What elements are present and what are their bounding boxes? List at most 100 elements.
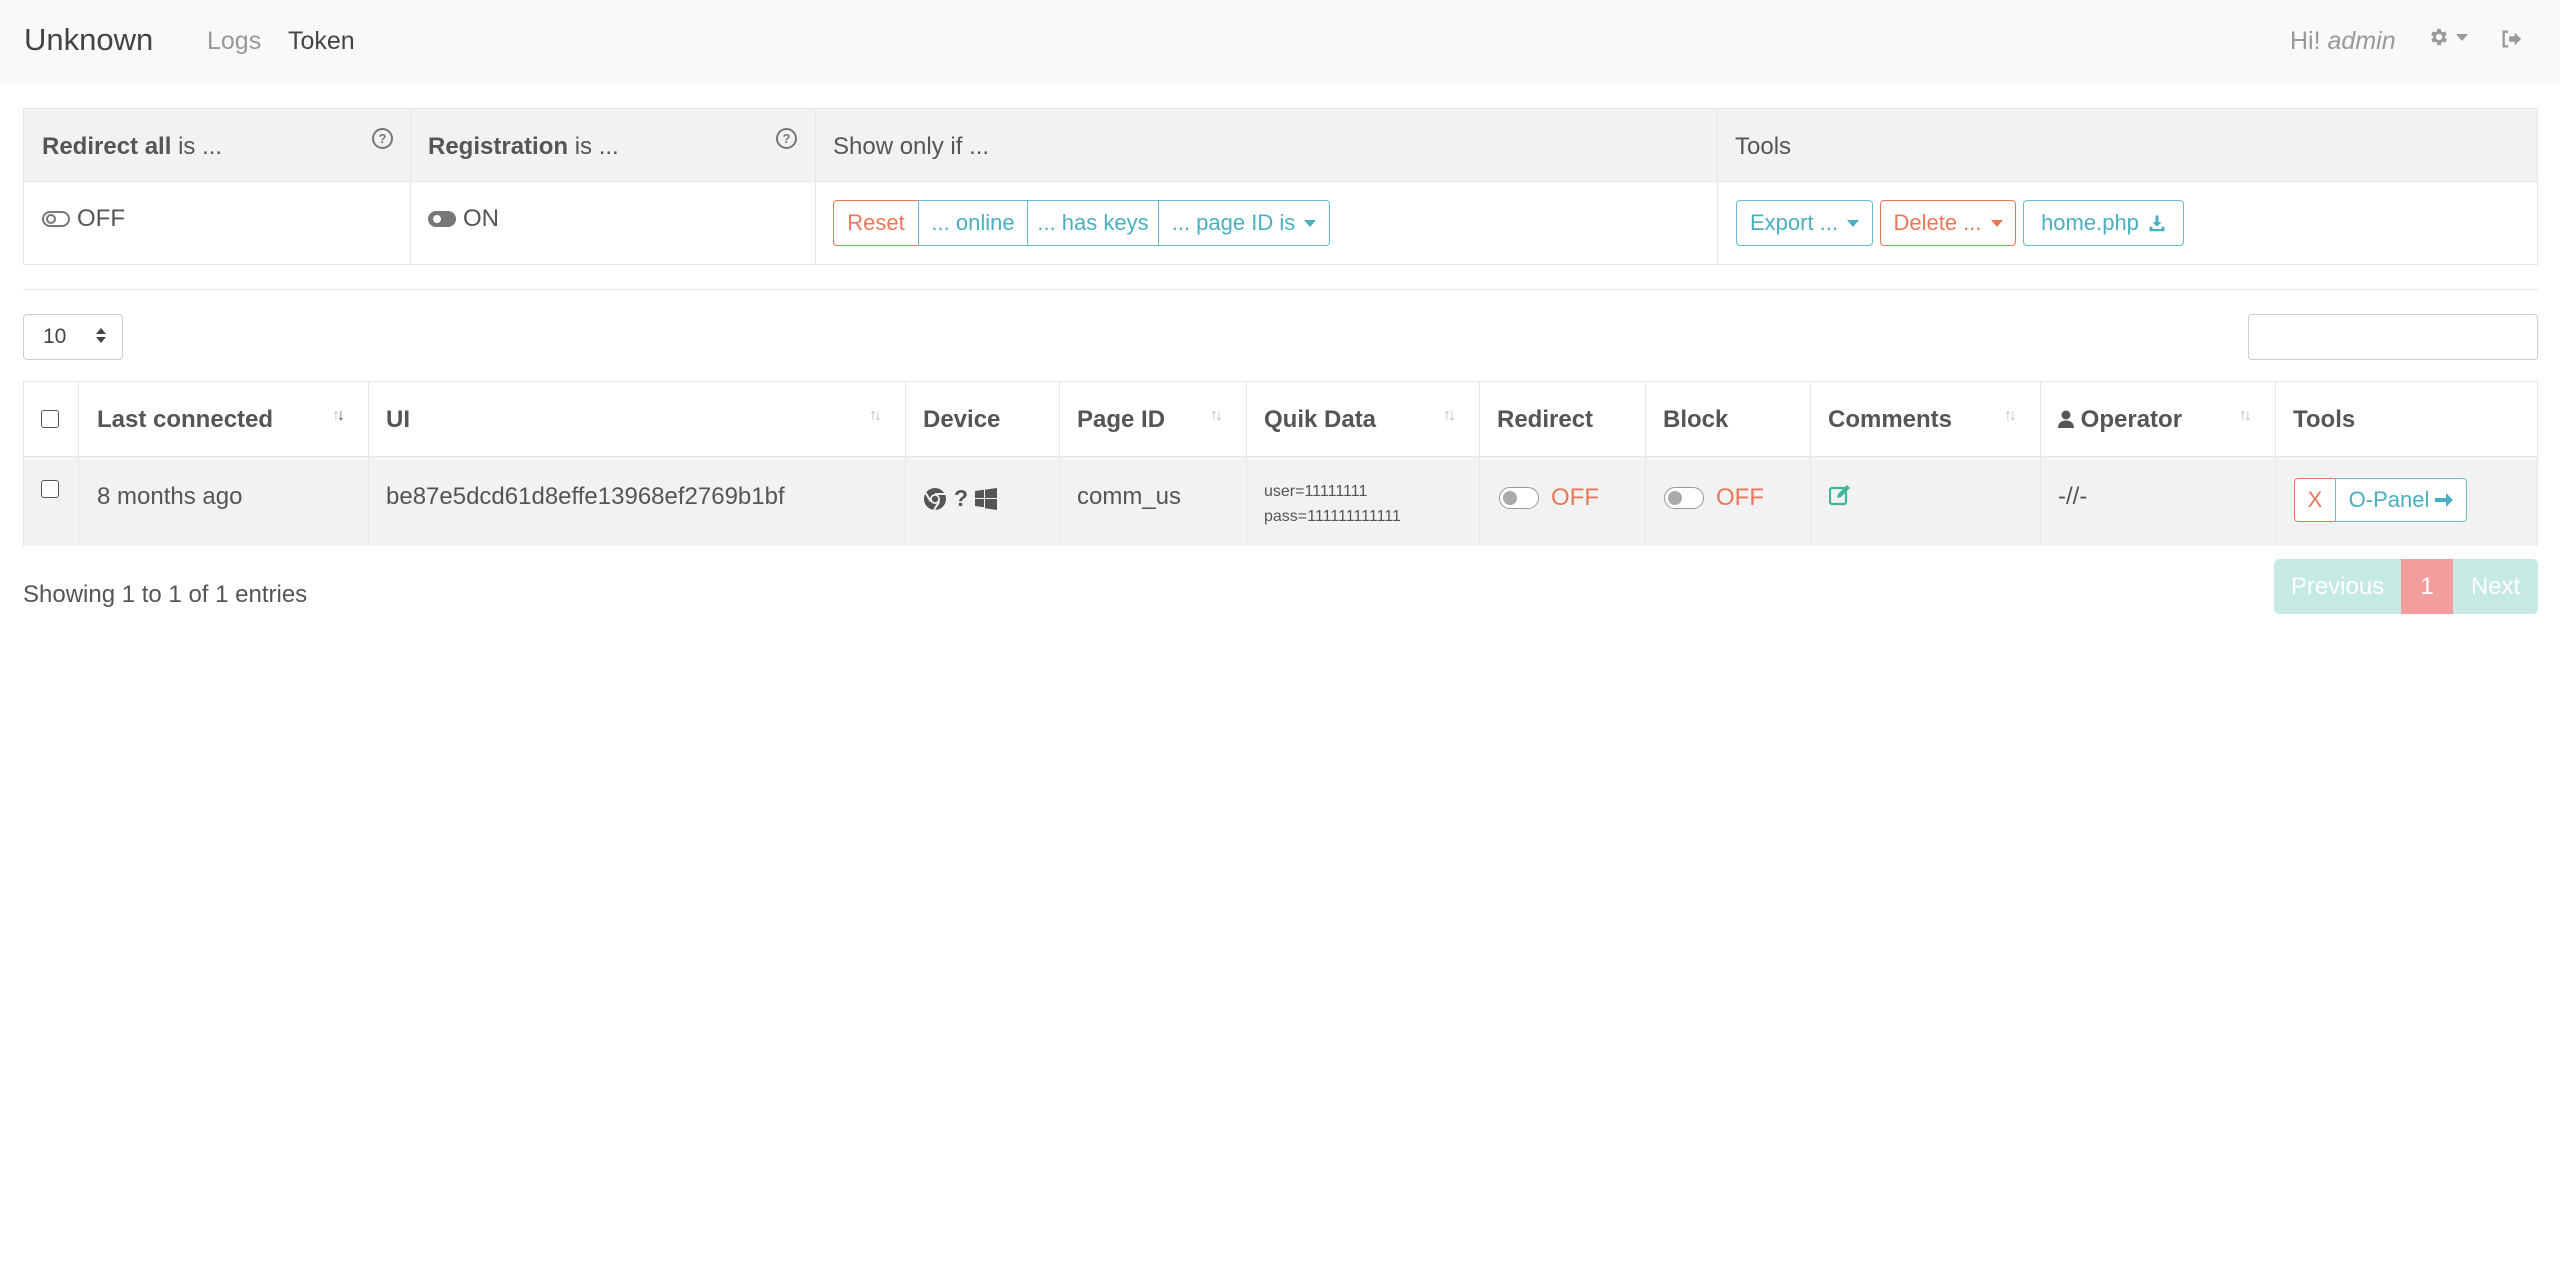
- greeting-prefix: Hi!: [2290, 27, 2321, 55]
- navbar: Unknown Logs Token Hi! admin: [0, 0, 2560, 84]
- cell-operator: -//-: [2058, 483, 2088, 510]
- control-panel-header: [24, 109, 2537, 182]
- help-icon[interactable]: ?: [776, 128, 797, 149]
- tools-heading: Tools: [1735, 133, 1792, 160]
- online-filter-button[interactable]: ... online: [918, 200, 1028, 246]
- caret-down-icon: [1304, 219, 1317, 227]
- redirect-all-suffix: is ...: [178, 133, 223, 160]
- column-divider: [2040, 382, 2041, 545]
- redirect-state: OFF: [1551, 484, 1599, 511]
- delete-dropdown[interactable]: Delete ...: [1880, 200, 2016, 246]
- quik-user: user=11111111: [1264, 483, 1368, 500]
- page-length-select[interactable]: 10: [23, 314, 123, 360]
- column-divider: [1810, 382, 1811, 545]
- arrow-right-icon: [2435, 493, 2454, 507]
- chevron-down-icon: [2456, 33, 2468, 41]
- toggle-switch: [1664, 487, 1704, 509]
- sort-icon[interactable]: ↑↓: [1210, 407, 1223, 425]
- column-divider: [815, 109, 816, 264]
- open-panel-button[interactable]: O-Panel: [2335, 478, 2467, 522]
- redirect-all-label: Redirect all: [42, 133, 172, 160]
- page-id-filter-dropdown[interactable]: ... page ID is: [1158, 200, 1330, 246]
- column-divider: [368, 382, 369, 545]
- column-divider: [1645, 382, 1646, 545]
- column-header-ui[interactable]: UI: [386, 406, 410, 434]
- sort-icon[interactable]: ↑↓: [2239, 407, 2252, 425]
- select-all-checkbox[interactable]: [41, 410, 59, 428]
- delete-label: Delete ...: [1893, 210, 1982, 235]
- page-length-value: 10: [43, 325, 67, 348]
- pagination-next[interactable]: Next: [2453, 559, 2538, 614]
- redirect-all-heading: Redirect all is ...: [42, 133, 222, 161]
- sort-icon[interactable]: ↑↓: [2004, 407, 2017, 425]
- registration-label: Registration: [428, 133, 569, 160]
- edit-comment-button[interactable]: [1828, 484, 1853, 512]
- home-php-download-button[interactable]: home.php: [2023, 200, 2184, 246]
- column-header-operator[interactable]: Operator: [2058, 406, 2182, 434]
- open-panel-label: O-Panel: [2348, 487, 2430, 512]
- cell-last-connected: 8 months ago: [97, 483, 243, 510]
- user-icon: [2058, 410, 2074, 428]
- caret-down-icon: [1990, 219, 2003, 227]
- redirect-all-toggle[interactable]: OFF: [42, 205, 125, 233]
- registration-state: ON: [463, 205, 499, 232]
- cell-page-id: comm_us: [1077, 483, 1182, 510]
- home-php-label: home.php: [2041, 210, 2139, 235]
- help-icon[interactable]: ?: [372, 128, 393, 149]
- entries-table: Last connected ↑↓ UI ↑↓ Device Page ID ↑…: [23, 381, 2538, 546]
- table-info: Showing 1 to 1 of 1 entries: [23, 581, 308, 608]
- edit-icon: [1828, 485, 1850, 506]
- windows-icon: [975, 487, 998, 510]
- sort-icon[interactable]: ↑↓: [869, 407, 882, 425]
- column-divider: [1246, 382, 1247, 545]
- column-header-comments[interactable]: Comments: [1828, 406, 1952, 434]
- export-label: Export ...: [1749, 210, 1839, 235]
- quik-pass: pass=111111111111: [1264, 508, 1401, 525]
- operator-label: Operator: [2080, 406, 2183, 433]
- user-greeting: Hi! admin: [2290, 27, 2396, 56]
- sort-icon[interactable]: ↑↓: [332, 407, 345, 425]
- registration-heading: Registration is ...: [428, 133, 619, 161]
- cell-ui: be87e5dcd61d8effe13968ef2769b1bf: [386, 483, 785, 510]
- nav-link-token[interactable]: Token: [288, 27, 355, 56]
- show-only-heading: Show only if ...: [833, 133, 990, 160]
- section-divider: [23, 289, 2538, 290]
- toggle-off-icon: [42, 211, 70, 227]
- column-divider: [78, 382, 79, 545]
- greeting-username: admin: [2327, 27, 2396, 55]
- column-divider: [1717, 109, 1718, 264]
- logout-button[interactable]: [2500, 28, 2522, 56]
- chrome-icon: [924, 487, 946, 511]
- search-input[interactable]: [2248, 314, 2538, 360]
- column-header-last-connected[interactable]: Last connected: [97, 406, 273, 434]
- column-header-device: Device: [923, 406, 1001, 433]
- brand[interactable]: Unknown: [24, 22, 153, 58]
- column-header-page-id[interactable]: Page ID: [1077, 406, 1165, 434]
- page-id-filter-label: ... page ID is: [1171, 210, 1296, 235]
- column-divider: [410, 109, 411, 264]
- settings-dropdown[interactable]: [2428, 26, 2468, 48]
- remove-row-button[interactable]: X: [2294, 478, 2336, 522]
- column-header-tools: Tools: [2293, 406, 2356, 433]
- block-toggle[interactable]: OFF: [1664, 484, 1764, 512]
- redirect-toggle[interactable]: OFF: [1499, 484, 1599, 512]
- caret-down-icon: [1847, 219, 1860, 227]
- row-checkbox[interactable]: [41, 480, 59, 498]
- pagination-previous[interactable]: Previous: [2274, 559, 2401, 614]
- toggle-switch: [1499, 487, 1539, 509]
- nav-link-logs[interactable]: Logs: [207, 27, 261, 56]
- sign-out-icon: [2502, 30, 2522, 48]
- registration-toggle[interactable]: ON: [428, 205, 499, 233]
- column-header-redirect: Redirect: [1497, 406, 1594, 433]
- has-keys-filter-button[interactable]: ... has keys: [1027, 200, 1159, 246]
- sort-icon[interactable]: ↑↓: [1443, 407, 1456, 425]
- pagination-page-1[interactable]: 1: [2401, 559, 2453, 614]
- reset-filter-button[interactable]: Reset: [833, 200, 919, 246]
- column-header-quik-data[interactable]: Quik Data: [1264, 406, 1376, 434]
- registration-suffix: is ...: [574, 133, 619, 160]
- download-icon: [2149, 215, 2165, 232]
- block-state: OFF: [1716, 484, 1764, 511]
- question-icon: ?: [954, 485, 969, 511]
- column-divider: [1059, 382, 1060, 545]
- export-dropdown[interactable]: Export ...: [1736, 200, 1873, 246]
